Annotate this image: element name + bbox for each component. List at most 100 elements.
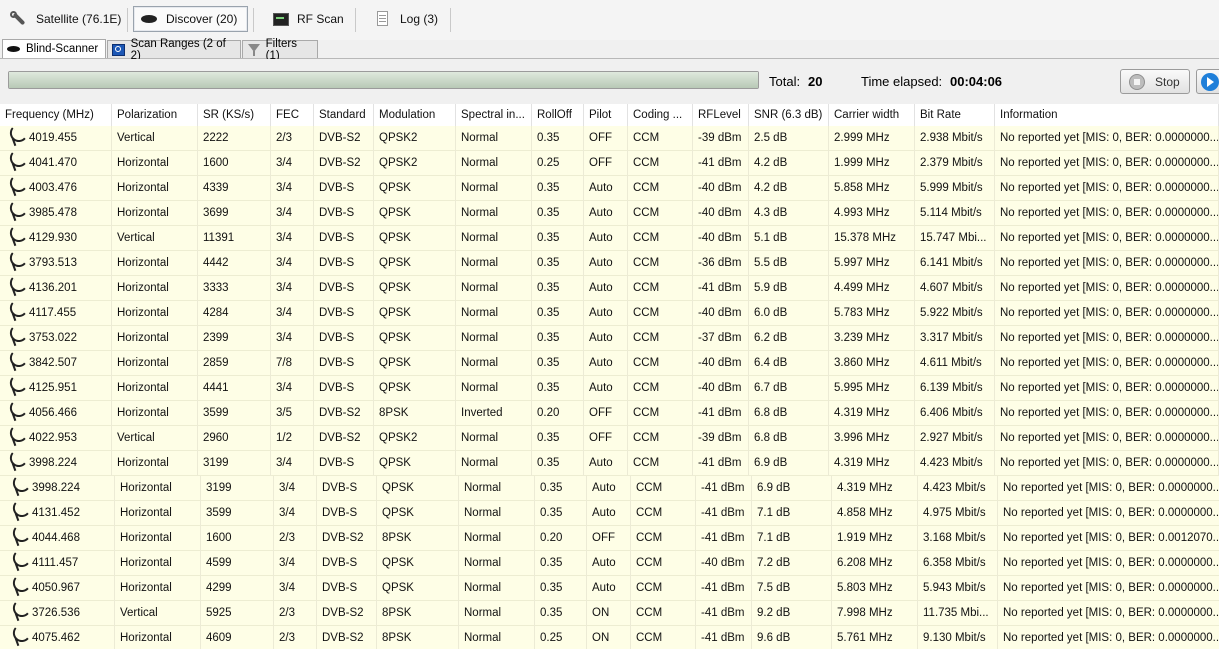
column-header[interactable]: SNR (6.3 dB)	[749, 104, 829, 126]
table-cell: 6.4 dB	[749, 351, 829, 376]
table-cell: DVB-S	[314, 351, 374, 376]
rf-scan-button[interactable]: RF Scan	[265, 6, 350, 32]
table-row[interactable]: 4125.951 Horizontal 4441 3/4 DVB-S QPSK Normal…	[0, 376, 1219, 401]
table-row[interactable]: 4022.953 Vertical 2960 1/2 DVB-S2 QPSK2 Normal…	[0, 426, 1219, 451]
column-header[interactable]: RFLevel	[693, 104, 749, 126]
tab-scan-ranges[interactable]: Scan Ranges (2 of 2)	[107, 38, 241, 62]
table-row[interactable]: 4129.930 Vertical 11391 3/4 DVB-S QPSK Normal 0…	[0, 226, 1219, 251]
table-row[interactable]: 4050.967 Horizontal 4299 3/4 DVB-S QPSK Normal…	[0, 576, 1219, 601]
column-header[interactable]: Carrier width	[829, 104, 915, 126]
table-cell: Horizontal	[112, 351, 198, 376]
table-cell: 4.858 MHz	[832, 501, 918, 526]
column-header[interactable]: Information	[995, 104, 1219, 126]
table-row[interactable]: 3726.536 Vertical 5925 2/3 DVB-S2 8PSK Normal 0…	[0, 601, 1219, 626]
table-cell: DVB-S	[314, 326, 374, 351]
table-cell: 2/3	[274, 626, 317, 649]
column-header[interactable]: Standard	[314, 104, 374, 126]
table-cell: ON	[587, 626, 631, 649]
satellite-button[interactable]: Satellite (76.1E)	[4, 6, 127, 32]
filter-icon	[247, 43, 261, 56]
table-cell: 4284	[198, 301, 271, 326]
column-header[interactable]: Bit Rate	[915, 104, 995, 126]
table-cell: -36 dBm	[693, 251, 749, 276]
tab-blind-scanner[interactable]: Blind-Scanner	[2, 39, 106, 58]
table-cell: 6.141 Mbit/s	[915, 251, 995, 276]
table-cell: QPSK	[374, 451, 456, 476]
table-cell: 9.2 dB	[752, 601, 832, 626]
table-cell: Normal	[456, 226, 532, 251]
table-cell: OFF	[584, 151, 628, 176]
table-row[interactable]: 4041.470 Horizontal 1600 3/4 DVB-S2 QPSK2 Norm…	[0, 151, 1219, 176]
table-cell: -41 dBm	[693, 401, 749, 426]
table-cell: Horizontal	[112, 201, 198, 226]
table-row[interactable]: 4136.201 Horizontal 3333 3/4 DVB-S QPSK Normal…	[0, 276, 1219, 301]
table-cell: 6.2 dB	[749, 326, 829, 351]
table-cell: 3/4	[271, 326, 314, 351]
table-cell: 2.999 MHz	[829, 126, 915, 151]
table-cell: 4609	[201, 626, 274, 649]
stop-button[interactable]: Stop	[1120, 69, 1190, 94]
table-cell: 5.995 MHz	[829, 376, 915, 401]
table-row[interactable]: 4019.455 Vertical 2222 2/3 DVB-S2 QPSK2 Normal…	[0, 126, 1219, 151]
table-cell: 0.35	[532, 376, 584, 401]
satellite-dish-icon	[6, 355, 22, 371]
column-header[interactable]: Spectral in...	[456, 104, 532, 126]
scan-progress-fill	[9, 72, 758, 88]
table-cell: 1.999 MHz	[829, 151, 915, 176]
table-row[interactable]: 3842.507 Horizontal 2859 7/8 DVB-S QPSK Normal…	[0, 351, 1219, 376]
column-header[interactable]: Modulation	[374, 104, 456, 126]
table-row[interactable]: 3998.224 Horizontal 3199 3/4 DVB-S QPSK Normal…	[0, 451, 1219, 476]
table-cell: Inverted	[456, 401, 532, 426]
column-header[interactable]: Coding ...	[628, 104, 693, 126]
table-row[interactable]: 3793.513 Horizontal 4442 3/4 DVB-S QPSK Normal…	[0, 251, 1219, 276]
column-header[interactable]: Pilot	[584, 104, 628, 126]
table-cell: 4.611 Mbit/s	[915, 351, 995, 376]
start-button[interactable]	[1196, 69, 1219, 94]
table-cell: Auto	[584, 301, 628, 326]
table-cell: Normal	[456, 351, 532, 376]
log-button[interactable]: Log (3)	[368, 6, 444, 32]
table-cell: 6.9 dB	[752, 476, 832, 501]
table-row[interactable]: 3985.478 Horizontal 3699 3/4 DVB-S QPSK Normal…	[0, 201, 1219, 226]
column-header[interactable]: SR (KS/s)	[198, 104, 271, 126]
column-header[interactable]: FEC	[271, 104, 314, 126]
table-cell: No reported yet [MIS: 0, BER: 0.0000000.…	[995, 426, 1219, 451]
table-cell: DVB-S	[314, 301, 374, 326]
table-cell: Horizontal	[112, 276, 198, 301]
table-cell: 0.35	[532, 126, 584, 151]
table-cell: 6.7 dB	[749, 376, 829, 401]
table-cell: 3599	[198, 401, 271, 426]
table-cell: -41 dBm	[696, 526, 752, 551]
table-cell: CCM	[628, 151, 693, 176]
table-cell: QPSK	[374, 176, 456, 201]
column-header[interactable]: RollOff	[532, 104, 584, 126]
table-cell: OFF	[587, 526, 631, 551]
table-cell: 3333	[198, 276, 271, 301]
column-header[interactable]: Frequency (MHz)	[0, 104, 112, 126]
table-row[interactable]: 4117.455 Horizontal 4284 3/4 DVB-S QPSK Normal…	[0, 301, 1219, 326]
table-cell: No reported yet [MIS: 0, BER: 0.0000000.…	[995, 176, 1219, 201]
table-cell: CCM	[631, 626, 696, 649]
table-cell: 6.208 MHz	[832, 551, 918, 576]
table-row[interactable]: 4003.476 Horizontal 4339 3/4 DVB-S QPSK Normal…	[0, 176, 1219, 201]
table-cell: Horizontal	[112, 401, 198, 426]
table-row[interactable]: 3998.224 Horizontal 3199 3/4 DVB-S QPSK Normal…	[0, 476, 1219, 501]
table-cell: 3.168 Mbit/s	[918, 526, 998, 551]
column-header[interactable]: Polarization	[112, 104, 198, 126]
tab-filters[interactable]: Filters (1)	[242, 38, 318, 62]
table-cell: -41 dBm	[696, 501, 752, 526]
table-cell: 4022.953	[0, 426, 112, 451]
rf-scan-icon	[271, 11, 289, 27]
table-row[interactable]: 4131.452 Horizontal 3599 3/4 DVB-S QPSK Normal…	[0, 501, 1219, 526]
table-cell: Horizontal	[115, 626, 201, 649]
table-cell: 4442	[198, 251, 271, 276]
table-row[interactable]: 4111.457 Horizontal 4599 3/4 DVB-S QPSK Normal…	[0, 551, 1219, 576]
discover-button[interactable]: Discover (20)	[133, 6, 248, 32]
table-cell: 8PSK	[377, 601, 459, 626]
table-cell: 4599	[201, 551, 274, 576]
table-row[interactable]: 4075.462 Horizontal 4609 2/3 DVB-S2 8PSK Norma…	[0, 626, 1219, 649]
table-row[interactable]: 4056.466 Horizontal 3599 3/5 DVB-S2 8PSK Inver…	[0, 401, 1219, 426]
table-row[interactable]: 4044.468 Horizontal 1600 2/3 DVB-S2 8PSK Norma…	[0, 526, 1219, 551]
table-row[interactable]: 3753.022 Horizontal 2399 3/4 DVB-S QPSK Normal…	[0, 326, 1219, 351]
table-cell: Horizontal	[112, 326, 198, 351]
